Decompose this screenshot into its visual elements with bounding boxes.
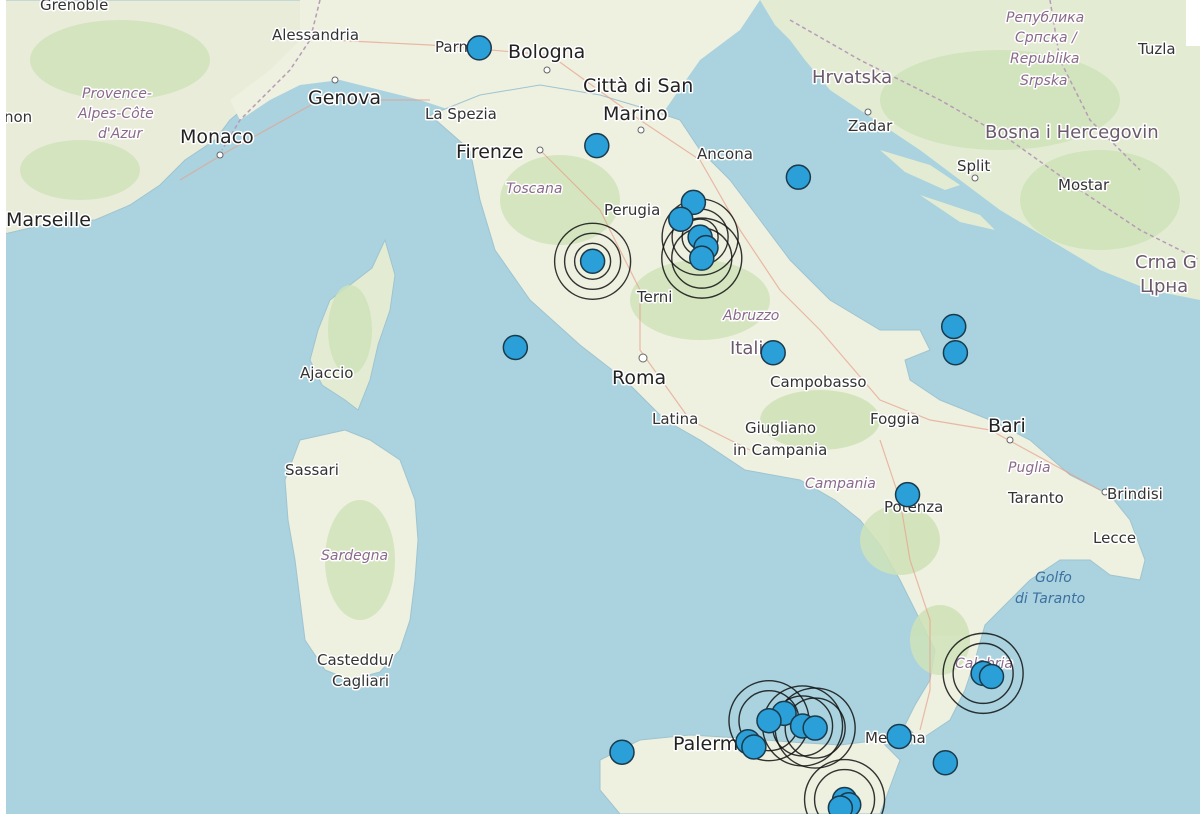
map-canvas[interactable]: Grenoble Alessandria Parma Bologna Città… bbox=[0, 0, 1200, 814]
label-marino: Marino bbox=[603, 103, 668, 125]
label-ancona: Ancona bbox=[697, 145, 753, 163]
label-perugia: Perugia bbox=[604, 201, 660, 219]
label-zadar: Zadar bbox=[848, 117, 893, 135]
label-sardegna: Sardegna bbox=[321, 548, 388, 564]
label-roma: Roma bbox=[612, 367, 666, 389]
earthquake-marker[interactable] bbox=[741, 734, 767, 760]
label-terni: Terni bbox=[636, 288, 672, 306]
map-corner-control bbox=[1186, 0, 1200, 46]
label-abruzzo: Abruzzo bbox=[722, 308, 779, 324]
earthquake-map[interactable]: Grenoble Alessandria Parma Bologna Città… bbox=[0, 0, 1200, 814]
earthquake-marker[interactable] bbox=[942, 339, 969, 366]
earthquake-marker[interactable] bbox=[502, 334, 529, 361]
label-split: Split bbox=[957, 157, 990, 175]
label-bologna: Bologna bbox=[508, 41, 585, 63]
earthquake-marker[interactable] bbox=[978, 663, 1005, 690]
label-sassari: Sassari bbox=[285, 461, 339, 479]
label-mostar: Mostar bbox=[1058, 176, 1110, 194]
label-provence-1: Provence- bbox=[82, 86, 152, 102]
label-casteddu: Casteddu/ bbox=[317, 651, 394, 669]
label-republika-4: Srpska bbox=[1020, 73, 1068, 89]
label-ajaccio: Ajaccio bbox=[300, 364, 353, 382]
earthquake-marker[interactable] bbox=[689, 245, 715, 271]
label-firenze: Firenze bbox=[456, 141, 524, 163]
label-republika-3: Republika bbox=[1010, 51, 1079, 67]
label-latina: Latina bbox=[652, 410, 698, 428]
label-campobasso: Campobasso bbox=[770, 373, 867, 391]
label-cagliari: Cagliari bbox=[332, 672, 389, 690]
label-foggia: Foggia bbox=[870, 410, 920, 428]
earthquake-marker[interactable] bbox=[466, 35, 492, 61]
earthquake-marker[interactable] bbox=[802, 715, 828, 741]
label-toscana: Toscana bbox=[506, 181, 562, 197]
earthquake-marker[interactable] bbox=[579, 248, 606, 275]
label-tuzla: Tuzla bbox=[1137, 40, 1176, 58]
label-bosna: Bosna i Hercegovin bbox=[985, 122, 1159, 143]
label-giugliano-2: in Campania bbox=[733, 441, 827, 459]
label-genova: Genova bbox=[308, 87, 381, 109]
label-taranto: Taranto bbox=[1007, 489, 1064, 507]
label-golfo-2: di Taranto bbox=[1015, 591, 1085, 607]
earthquake-marker[interactable] bbox=[940, 313, 967, 340]
earthquake-marker[interactable] bbox=[894, 481, 921, 508]
label-citta-di-san: Città di San bbox=[583, 75, 693, 97]
label-non: non bbox=[4, 108, 32, 126]
label-crna-2: Црна bbox=[1140, 276, 1188, 297]
label-brindisi: Brindisi bbox=[1107, 485, 1163, 503]
earthquake-marker[interactable] bbox=[827, 795, 854, 814]
label-provence-2: Alpes-Côte bbox=[77, 106, 154, 122]
earthquake-marker[interactable] bbox=[609, 739, 635, 765]
earthquake-marker[interactable] bbox=[886, 723, 912, 750]
map-left-edge bbox=[0, 0, 6, 814]
label-crna-1: Crna G bbox=[1135, 252, 1197, 273]
earthquake-marker[interactable] bbox=[756, 707, 782, 734]
label-republika-1: Република bbox=[1006, 10, 1084, 26]
earthquake-marker[interactable] bbox=[760, 339, 786, 366]
earthquake-marker[interactable] bbox=[932, 749, 959, 776]
earthquake-marker[interactable] bbox=[668, 206, 694, 232]
label-provence-3: d'Azur bbox=[98, 126, 144, 142]
label-alessandria: Alessandria bbox=[272, 26, 359, 44]
label-la-spezia: La Spezia bbox=[425, 105, 497, 123]
label-lecce: Lecce bbox=[1093, 529, 1136, 547]
label-republika-2: Српска / bbox=[1015, 30, 1078, 46]
label-grenoble: Grenoble bbox=[40, 0, 108, 14]
label-giugliano-1: Giugliano bbox=[745, 419, 816, 437]
earthquake-marker[interactable] bbox=[584, 132, 610, 159]
label-campania: Campania bbox=[805, 476, 876, 492]
label-puglia: Puglia bbox=[1008, 460, 1051, 476]
label-marseille: Marseille bbox=[6, 209, 91, 231]
label-hrvatska: Hrvatska bbox=[812, 67, 892, 88]
earthquake-marker[interactable] bbox=[785, 164, 812, 190]
label-monaco: Monaco bbox=[180, 126, 254, 148]
label-golfo-1: Golfo bbox=[1035, 570, 1072, 586]
label-bari: Bari bbox=[988, 415, 1026, 437]
